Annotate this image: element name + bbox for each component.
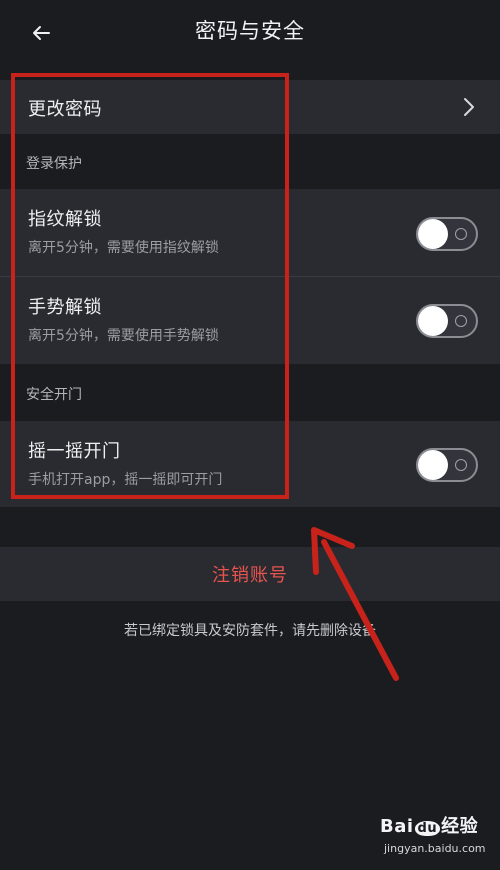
change-password-row[interactable]: 更改密码 [0,80,500,134]
fingerprint-unlock-title: 指纹解锁 [28,209,102,230]
change-password-label: 更改密码 [28,99,102,120]
toggle-knob [418,450,448,480]
gesture-unlock-title: 手势解锁 [28,297,102,318]
section-header-safe-door: 安全开门 [0,364,500,421]
toggle-off-indicator-icon [455,228,467,240]
watermark-logo: Bai du 经验 [380,812,478,838]
baidu-jingyan-watermark: Bai du 经验 jingyan.baidu.com [380,812,490,862]
shake-open-door-toggle[interactable] [416,448,478,482]
gesture-unlock-subtitle: 离开5分钟，需要使用手势解锁 [28,328,219,344]
shake-open-door-title: 摇一摇开门 [28,441,121,462]
toggle-knob [418,219,448,249]
fingerprint-unlock-toggle[interactable] [416,217,478,251]
top-bar: 密码与安全 [0,0,500,64]
chevron-right-icon [464,98,474,116]
section-label-login-protection: 登录保护 [26,156,82,172]
fingerprint-unlock-subtitle: 离开5分钟，需要使用指纹解锁 [28,240,219,256]
gesture-unlock-row: 手势解锁 离开5分钟，需要使用手势解锁 [0,277,500,364]
shake-open-door-row: 摇一摇开门 手机打开app，摇一摇即可开门 [0,421,500,507]
watermark-brand-right: 经验 [441,816,479,837]
annotation-arrow-icon [311,527,399,681]
section-header-login-protection: 登录保护 [0,134,500,189]
fingerprint-unlock-row: 指纹解锁 离开5分钟，需要使用指纹解锁 [0,189,500,276]
watermark-url: jingyan.baidu.com [384,842,486,855]
logout-account-label: 注销账号 [212,565,288,586]
toggle-off-indicator-icon [455,315,467,327]
paw-icon: du [414,821,441,836]
gesture-unlock-toggle[interactable] [416,304,478,338]
security-settings-page: 密码与安全 更改密码 登录保护 指纹解锁 离开5分钟，需要使用指纹解锁 手势解锁… [0,0,500,870]
watermark-brand-left: Bai [380,816,414,837]
page-title: 密码与安全 [195,19,305,43]
logout-note: 若已绑定锁具及安防套件，请先删除设备 [124,623,376,639]
toggle-off-indicator-icon [455,459,467,471]
logout-account-button[interactable]: 注销账号 [0,547,500,601]
shake-open-door-subtitle: 手机打开app，摇一摇即可开门 [28,472,223,488]
section-label-safe-door: 安全开门 [26,387,82,403]
toggle-knob [418,306,448,336]
